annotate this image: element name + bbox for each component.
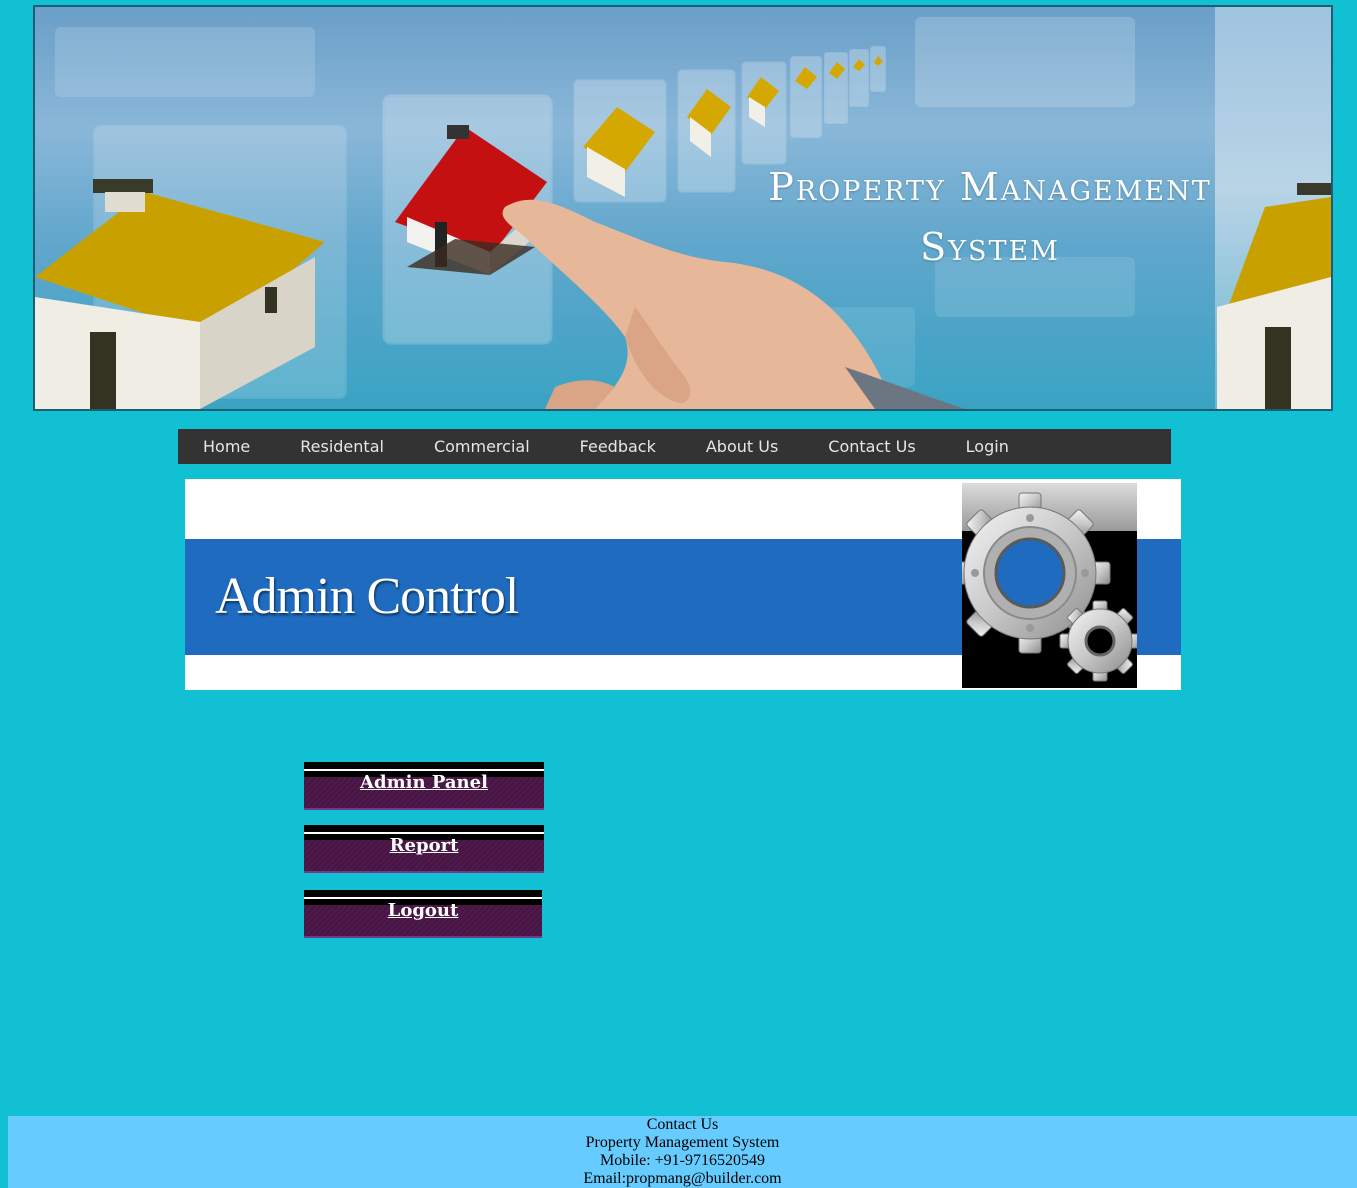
nav-commercial[interactable]: Commercial <box>409 429 555 464</box>
report-button[interactable]: Report <box>304 825 544 873</box>
site-title: Property Management System <box>725 157 1255 277</box>
footer: Contact Us Property Management System Mo… <box>8 1116 1357 1188</box>
admin-panel-link[interactable]: Admin Panel <box>304 762 544 793</box>
nav-residental[interactable]: Residental <box>275 429 409 464</box>
nav-home[interactable]: Home <box>178 429 275 464</box>
nav-about-us[interactable]: About Us <box>681 429 803 464</box>
admin-panel-button[interactable]: Admin Panel <box>304 762 544 810</box>
admin-control-title: Admin Control <box>215 568 519 625</box>
site-title-line1: Property Management <box>768 165 1212 209</box>
admin-control-banner: Admin Control <box>185 479 1181 690</box>
main-nav: Home Residental Commercial Feedback Abou… <box>178 429 1171 464</box>
footer-email: Email:propmang@builder.com <box>583 1170 782 1187</box>
gears-icon <box>962 483 1137 688</box>
site-title-line2: System <box>920 225 1060 269</box>
nav-feedback[interactable]: Feedback <box>555 429 681 464</box>
footer-heading: Contact Us <box>646 1116 719 1133</box>
logout-button[interactable]: Logout <box>304 890 542 938</box>
footer-company: Property Management System <box>585 1134 780 1151</box>
nav-contact-us[interactable]: Contact Us <box>803 429 940 464</box>
header-banner: Property Management System <box>33 5 1333 411</box>
report-link[interactable]: Report <box>304 825 544 856</box>
logout-link[interactable]: Logout <box>304 890 542 921</box>
footer-mobile: Mobile: +91-9716520549 <box>599 1152 765 1169</box>
nav-login[interactable]: Login <box>941 429 1034 464</box>
